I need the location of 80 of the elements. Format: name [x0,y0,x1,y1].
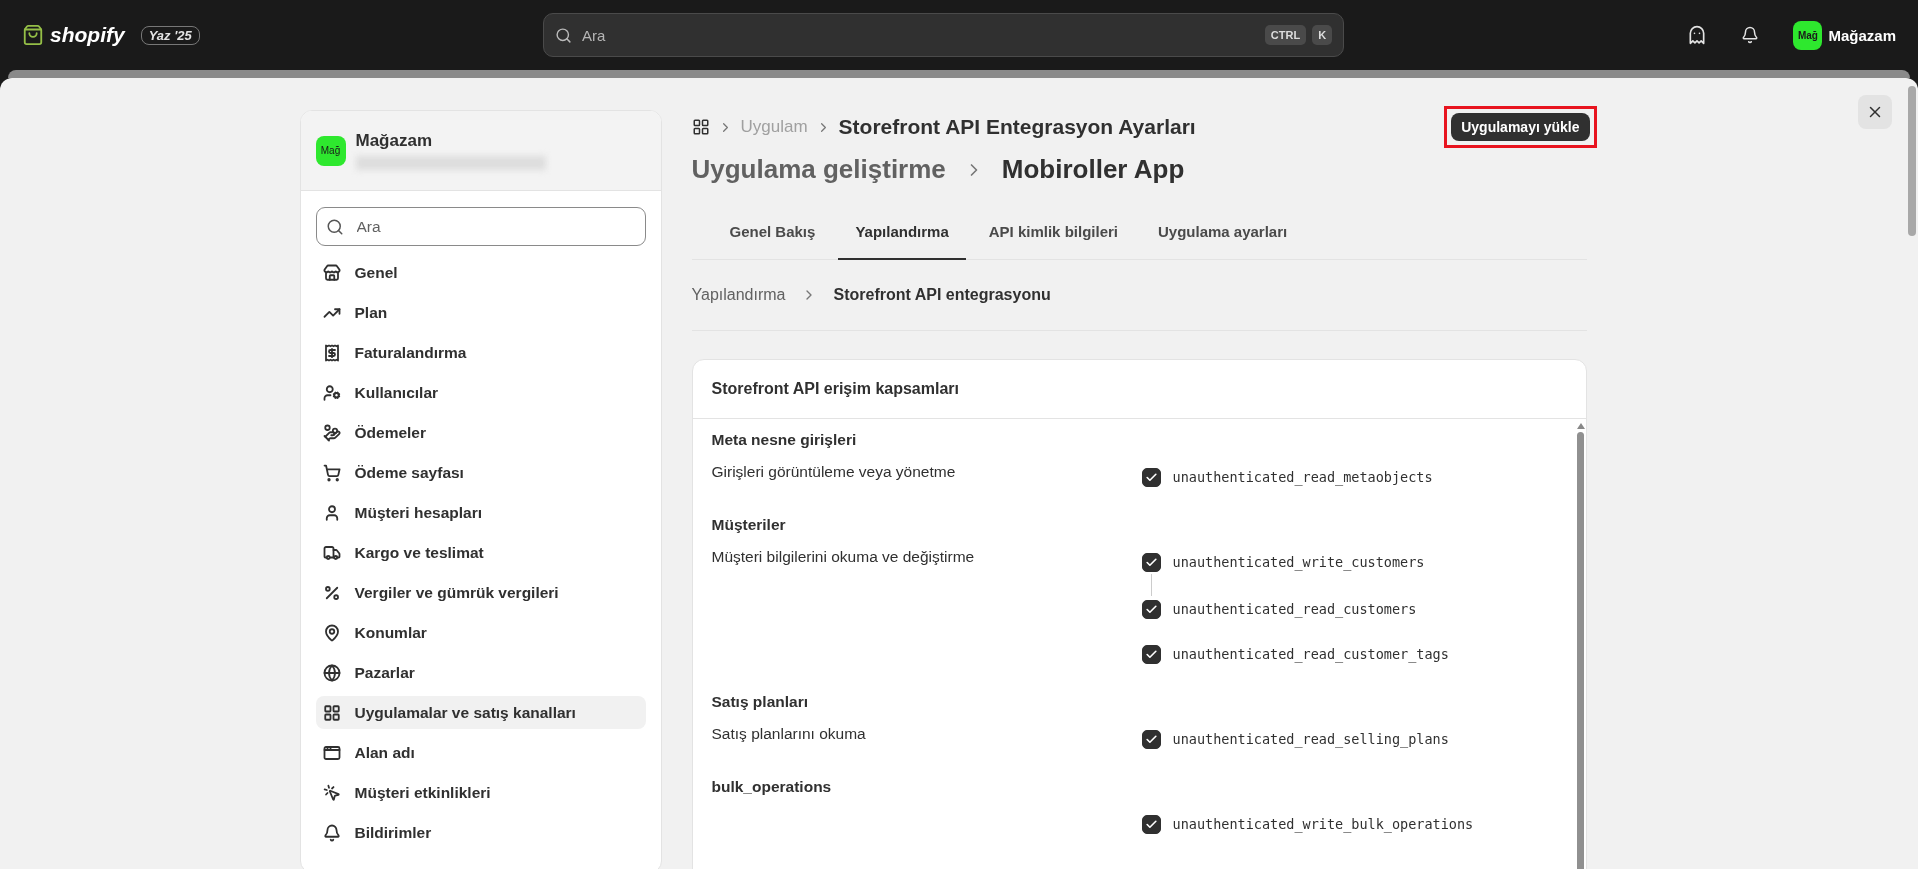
sidebar-item[interactable]: Kargo ve teslimat [315,536,646,569]
install-app-button[interactable]: Uygulamayı yükle [1451,113,1590,141]
menu-icon [322,703,341,722]
apps-icon [691,118,710,136]
group-description: Satış planlarını okuma [711,725,867,743]
checkbox[interactable] [1141,729,1161,749]
bag-logo-icon [22,24,44,46]
sidebar-item[interactable]: Uygulamalar ve satış kanalları [315,696,646,729]
sidebar-item[interactable]: Ödemeler [315,416,646,449]
connector-line [1150,574,1152,596]
sidebar-item[interactable]: Pazarlar [315,656,646,689]
checkmark-icon [1144,732,1158,746]
menu-icon [322,743,341,762]
store-name[interactable]: Mağazam [1828,26,1896,44]
menu-icon [322,343,341,362]
menu-icon [322,663,341,682]
menu-icon [322,583,341,602]
logo-text: shopify [50,23,125,47]
group-title: Meta nesne girişleri [711,431,858,449]
checkbox[interactable] [1141,814,1161,834]
tab[interactable]: API kimlik bilgileri [971,211,1135,260]
group-description: Girişleri görüntüleme veya yönetme [711,463,957,481]
store-avatar[interactable]: Mağ [1793,20,1823,50]
store-name: Mağazam [355,131,434,151]
card-title: Storefront API erişim kapsamları [692,360,1586,419]
scope-name: unauthenticated_read_selling_plans [1172,731,1449,747]
sidebar-item[interactable]: Vergiler ve gümrük vergileri [315,576,646,609]
close-button[interactable] [1858,95,1892,129]
menu-icon [322,623,341,642]
group-description: Müşteri bilgilerini okuma ve değiştirme [711,548,976,566]
sidebar-item[interactable]: Ödeme sayfası [315,456,646,489]
group-title: Satış planları [711,693,809,711]
scope-name: unauthenticated_write_customers [1172,554,1425,570]
tab[interactable]: Yapılandırma [838,211,966,260]
scope-name: unauthenticated_write_bulk_operations [1172,816,1474,832]
search-field[interactable]: Ara [315,207,646,246]
group-title: bulk_operations [711,778,833,796]
sidebar-item[interactable]: Genel [315,256,646,289]
menu-icon [322,383,341,402]
menu-icon [322,263,341,282]
notification-icon[interactable] [1741,26,1760,44]
store-avatar: Mağ [315,135,346,166]
shortcut-key: K [1312,25,1333,45]
checkmark-icon [1144,470,1158,484]
breadcrumb-link[interactable]: Yapılandırma [691,286,786,304]
shortcut-key: CTRL [1264,25,1307,45]
checkmark-icon [1144,555,1158,569]
tab[interactable]: Genel Bakış [712,211,833,260]
checkmark-icon [1144,602,1158,616]
scope-name: unauthenticated_read_customer_tags [1172,646,1449,662]
sidebar-item[interactable]: Plan [315,296,646,329]
menu-icon [322,543,341,562]
checkmark-icon [1144,817,1158,831]
sidebar-item[interactable]: Müşteri hesapları [315,496,646,529]
scope-name: unauthenticated_read_metaobjects [1172,469,1433,485]
checkbox[interactable] [1141,644,1161,664]
sidebar-item[interactable]: Müşteri etkinlikleri [315,776,646,809]
scope-name: unauthenticated_read_customers [1172,601,1417,617]
menu-icon [322,463,341,482]
checkmark-icon [1144,647,1158,661]
app-title: Mobiroller App [1001,154,1185,185]
search-icon [325,217,344,236]
edition-badge: Yaz '25 [140,25,200,45]
checkbox[interactable] [1141,599,1161,619]
page-heading: Storefront API Entegrasyon Ayarları [838,115,1196,139]
checkbox[interactable] [1141,552,1161,572]
tab[interactable]: Uygulama ayarları [1141,211,1305,260]
sidebar-item[interactable]: Konumlar [315,616,646,649]
menu-icon [322,423,341,442]
menu-icon [322,823,341,842]
sidebar-item[interactable]: Kullanıcılar [315,376,646,409]
sidebar-item[interactable]: Bildirimler [315,816,646,849]
sidebar-item[interactable]: Faturalandırma [315,336,646,369]
menu-icon [322,783,341,802]
group-title: Müşteriler [711,516,787,534]
sidebar-item[interactable]: Alan adı [315,736,646,769]
title-link[interactable]: Uygulama geliştirme [691,154,946,185]
checkbox[interactable] [1141,467,1161,487]
section-heading: Storefront API entegrasyonu [833,286,1051,304]
search-icon [555,26,573,44]
